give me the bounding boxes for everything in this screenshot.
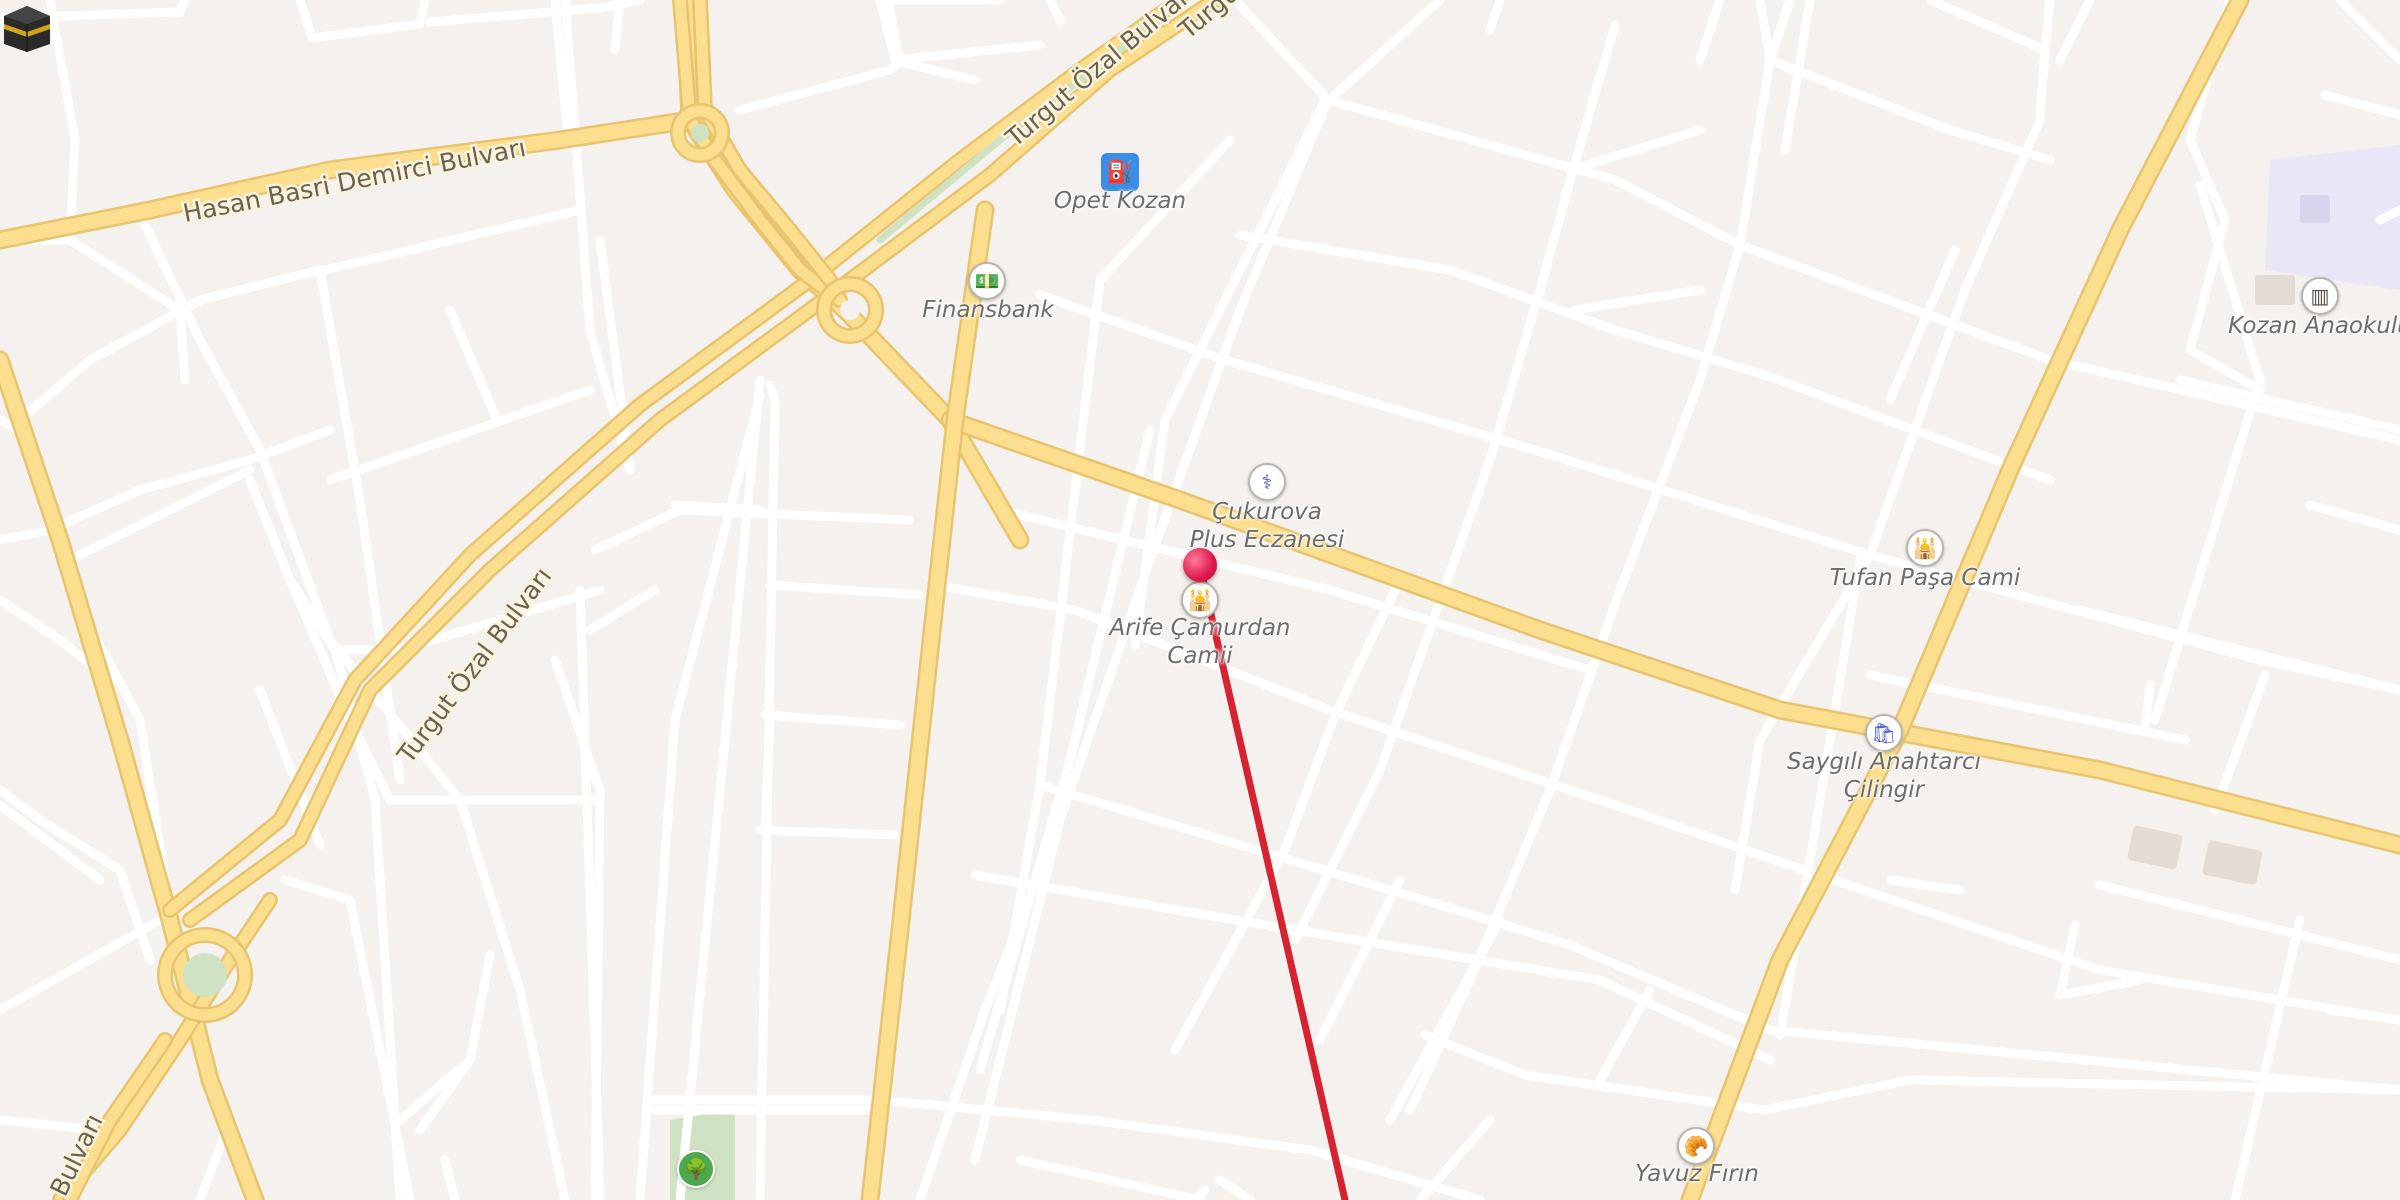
- pharmacy-icon[interactable]: ⚕: [1248, 463, 1286, 501]
- school-icon[interactable]: ▥: [2301, 277, 2339, 315]
- poi-label-finansbank[interactable]: Finansbank: [922, 296, 1053, 324]
- poi-label-arife-line2: Camii: [1167, 643, 1233, 669]
- poi-label-saygili-line1: Saygılı Anahtarcı: [1787, 749, 1981, 775]
- poi-label-tufan[interactable]: Tufan Paşa Cami: [1830, 564, 2021, 592]
- poi-label-saygili[interactable]: Saygılı Anahtarcı Çilingir: [1787, 748, 1981, 804]
- building: [2300, 195, 2330, 223]
- mosque-icon[interactable]: 🕌: [1906, 529, 1944, 567]
- poi-label-arife-line1: Arife Çamurdan: [1109, 615, 1291, 641]
- tree-icon[interactable]: 🌳: [677, 1150, 715, 1188]
- road-label-turgut-ozal-top: Turgut Özal Bulvarı: [999, 0, 1200, 153]
- poi-label-kozan-anaokulu[interactable]: Kozan Anaokulu: [2228, 312, 2400, 340]
- road-label-hasan-basri: Hasan Basri Demirci Bulvarı: [181, 133, 529, 228]
- shop-icon[interactable]: 🛍: [1865, 714, 1903, 752]
- building: [2255, 275, 2295, 305]
- building: [2202, 840, 2263, 885]
- poi-label-eczane-line2: Plus Eczanesi: [1189, 527, 1345, 553]
- poi-label-yavuz[interactable]: Yavuz Fırın: [1635, 1160, 1759, 1188]
- building: [2127, 825, 2183, 870]
- fuel-icon[interactable]: ⛽: [1101, 153, 1139, 191]
- bank-icon[interactable]: 💵: [968, 262, 1006, 300]
- poi-label-eczane[interactable]: Çukurova Plus Eczanesi: [1190, 498, 1345, 554]
- poi-label-saygili-line2: Çilingir: [1843, 777, 1925, 803]
- poi-label-opet[interactable]: Opet Kozan: [1054, 187, 1186, 215]
- poi-label-arife[interactable]: Arife Çamurdan Camii: [1109, 614, 1290, 670]
- map-canvas[interactable]: Hasan Basri Demirci Bulvarı Turgut Özal …: [0, 0, 2400, 1200]
- poi-label-eczane-line1: Çukurova: [1212, 499, 1322, 525]
- kaaba-icon[interactable]: [0, 0, 54, 54]
- location-pin-icon[interactable]: [1183, 548, 1217, 582]
